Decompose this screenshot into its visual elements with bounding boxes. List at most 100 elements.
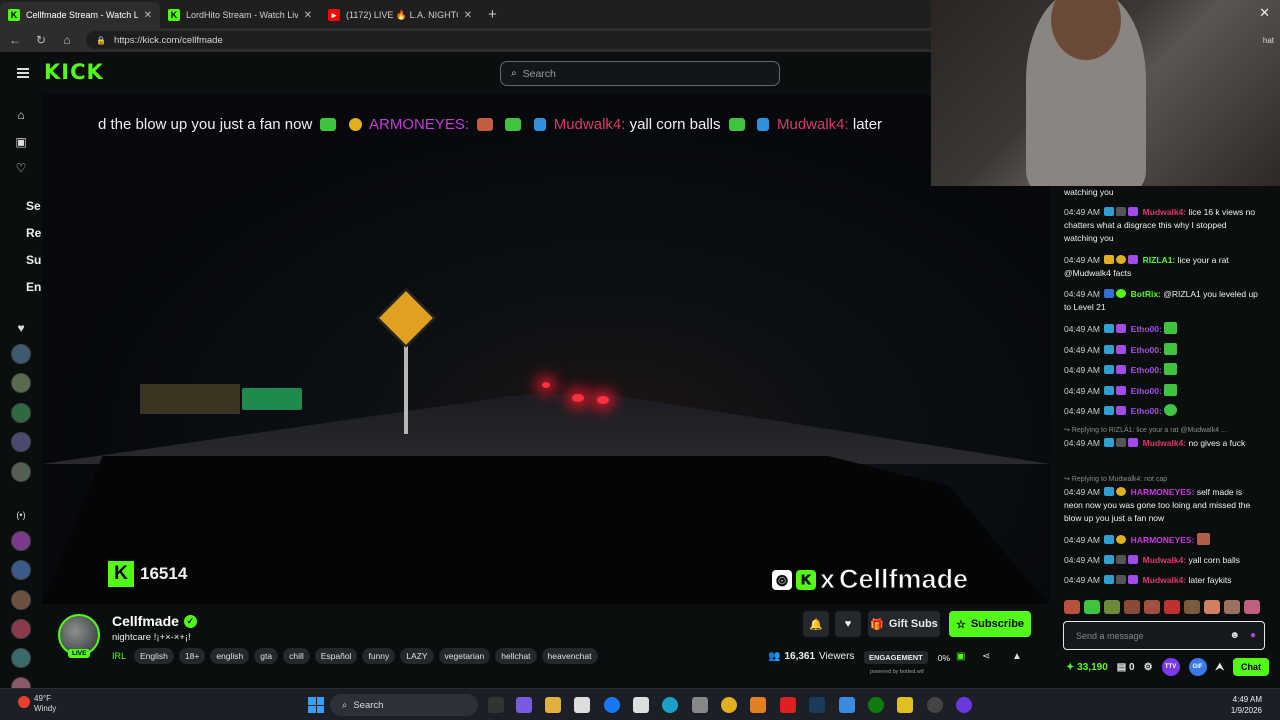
chat-username[interactable]: Etho00:: [1131, 365, 1162, 375]
home-icon[interactable]: ⌂: [14, 108, 28, 122]
send-icon[interactable]: ⮝: [1216, 662, 1225, 673]
chat-send-button[interactable]: Chat: [1233, 658, 1270, 676]
reply-reference[interactable]: ↪ Replying to RIZLA1: lice your a rat @M…: [1064, 424, 1260, 437]
store-icon[interactable]: [574, 697, 590, 713]
chat-username[interactable]: Mudwalk4:: [1143, 575, 1186, 585]
chat-username[interactable]: Etho00:: [1131, 345, 1162, 355]
search-input[interactable]: ⌕ Search: [500, 61, 780, 86]
tag-pill[interactable]: heavenchat: [541, 648, 598, 664]
reply-reference[interactable]: ↪ Replying to Mudwalk4: not cap: [1064, 473, 1260, 486]
video-player[interactable]: d the blow up you just a fan now ARMONEY…: [42, 94, 1050, 604]
followed-channel-avatar[interactable]: [11, 462, 31, 482]
chrome-icon[interactable]: [721, 697, 737, 713]
reload-icon[interactable]: ↻: [34, 33, 48, 47]
system-clock[interactable]: 4:49 AM 1/9/2026: [1231, 694, 1262, 716]
tag-pill[interactable]: gta: [254, 648, 279, 664]
url-field[interactable]: 🔒 https://kick.com/cellfmade: [86, 31, 946, 49]
emoji-icon[interactable]: ☻: [1229, 630, 1240, 641]
emote-icon[interactable]: [1204, 600, 1220, 614]
copilot-icon[interactable]: [516, 697, 532, 713]
tag-pill[interactable]: Español: [314, 648, 358, 664]
settings-gear-icon[interactable]: ⚙: [1144, 662, 1153, 673]
chat-username[interactable]: RIZLA1:: [1143, 255, 1176, 265]
recommended-channel-avatar[interactable]: [11, 648, 31, 668]
browser-tab-1[interactable]: K Cellfmade Stream - Watch Liv ✕: [0, 2, 160, 28]
obs-icon[interactable]: [956, 697, 972, 713]
tag-pill[interactable]: funny: [362, 648, 396, 664]
tag-pill[interactable]: English: [134, 648, 174, 664]
calculator-icon[interactable]: [692, 697, 708, 713]
emote-icon[interactable]: [1244, 600, 1260, 614]
close-tab-icon[interactable]: ✕: [304, 10, 312, 21]
sidebar-item-3[interactable]: Su: [26, 253, 41, 267]
chest-counter[interactable]: ▤ 0: [1117, 662, 1135, 673]
home-icon[interactable]: ⌂: [60, 33, 74, 47]
emote-icon[interactable]: [1084, 600, 1100, 614]
emote-icon[interactable]: [1124, 600, 1140, 614]
followed-channel-avatar[interactable]: [11, 403, 31, 423]
chat-username[interactable]: BotRix:: [1131, 289, 1161, 299]
report-icon[interactable]: ▲: [1012, 651, 1022, 662]
close-tab-icon[interactable]: ✕: [464, 10, 472, 21]
chat-username[interactable]: HARMONEYES:: [1131, 535, 1195, 545]
sidebar-item-2[interactable]: Re: [26, 226, 41, 240]
file-explorer-icon[interactable]: [545, 697, 561, 713]
chat-username[interactable]: Mudwalk4:: [1143, 207, 1186, 217]
emote-icon[interactable]: [1184, 600, 1200, 614]
emote-icon[interactable]: [1144, 600, 1160, 614]
amazon-icon[interactable]: [633, 697, 649, 713]
github-icon[interactable]: [927, 697, 943, 713]
chat-username[interactable]: HARMONEYES:: [1131, 487, 1195, 497]
menu-icon[interactable]: [17, 68, 29, 78]
recommended-channel-avatar[interactable]: [11, 619, 31, 639]
browser-tab-2[interactable]: K LordHito Stream - Watch Live ✕: [160, 2, 320, 28]
ttv-emote-icon[interactable]: TTV: [1161, 658, 1180, 676]
followed-channel-avatar[interactable]: [11, 432, 31, 452]
tag-pill[interactable]: chill: [283, 648, 310, 664]
sidebar-item-1[interactable]: Se: [26, 199, 41, 213]
chat-username[interactable]: Mudwalk4:: [1143, 555, 1186, 565]
taskbar-search[interactable]: ⌕ Search: [330, 694, 478, 716]
vlc-icon[interactable]: [750, 697, 766, 713]
new-tab-button[interactable]: +: [488, 6, 497, 23]
emote-icon[interactable]: [1164, 600, 1180, 614]
close-window-icon[interactable]: ✕: [1259, 5, 1270, 21]
subscribe-button[interactable]: ☆ Subscribe: [949, 611, 1031, 637]
extension-icon[interactable]: ●: [1250, 630, 1256, 641]
tag-pill[interactable]: LAZY: [400, 648, 434, 664]
youtube-icon[interactable]: [780, 697, 796, 713]
tag-pill[interactable]: hellchat: [495, 648, 537, 664]
followed-channel-avatar[interactable]: [11, 373, 31, 393]
steam-icon[interactable]: [809, 697, 825, 713]
chat-username[interactable]: Etho00:: [1131, 324, 1162, 334]
chat-message-input[interactable]: Send a message ☻ ●: [1063, 621, 1265, 650]
following-heart-icon[interactable]: ♡: [14, 161, 28, 175]
share-icon[interactable]: ⋖: [982, 651, 990, 662]
channel-points[interactable]: ✦ 33,190: [1066, 662, 1108, 673]
followed-channel-avatar[interactable]: [11, 344, 31, 364]
kick-logo[interactable]: KICK: [44, 60, 104, 84]
back-arrow-icon[interactable]: ←: [8, 33, 22, 47]
chat-username[interactable]: Mudwalk4:: [1143, 438, 1186, 448]
recommended-channel-avatar[interactable]: [11, 560, 31, 580]
emote-icon[interactable]: [1224, 600, 1240, 614]
edge-browser-icon[interactable]: [662, 697, 678, 713]
streamer-name[interactable]: Cellfmade: [112, 613, 179, 629]
task-view-icon[interactable]: [488, 697, 504, 713]
notes-icon[interactable]: [897, 697, 913, 713]
stream-category[interactable]: IRL: [112, 651, 126, 661]
tag-pill[interactable]: english: [210, 648, 250, 664]
tag-pill[interactable]: vegetarian: [438, 648, 491, 664]
gif-icon[interactable]: GIF: [1188, 658, 1207, 676]
browse-icon[interactable]: ▣: [14, 135, 28, 149]
recommended-channel-avatar[interactable]: [11, 531, 31, 551]
close-tab-icon[interactable]: ✕: [144, 10, 152, 21]
windows-start-icon[interactable]: [308, 697, 324, 713]
browser-tab-3[interactable]: ▸ (1172) LIVE 🔥 L.A. NIGHTCR ✕: [320, 2, 480, 28]
emote-icon[interactable]: [1104, 600, 1120, 614]
emote-icon[interactable]: [1064, 600, 1080, 614]
chat-username[interactable]: Etho00:: [1131, 406, 1162, 416]
facebook-icon[interactable]: [604, 697, 620, 713]
notification-bell-button[interactable]: 🔔: [803, 611, 829, 637]
app-icon[interactable]: [839, 697, 855, 713]
